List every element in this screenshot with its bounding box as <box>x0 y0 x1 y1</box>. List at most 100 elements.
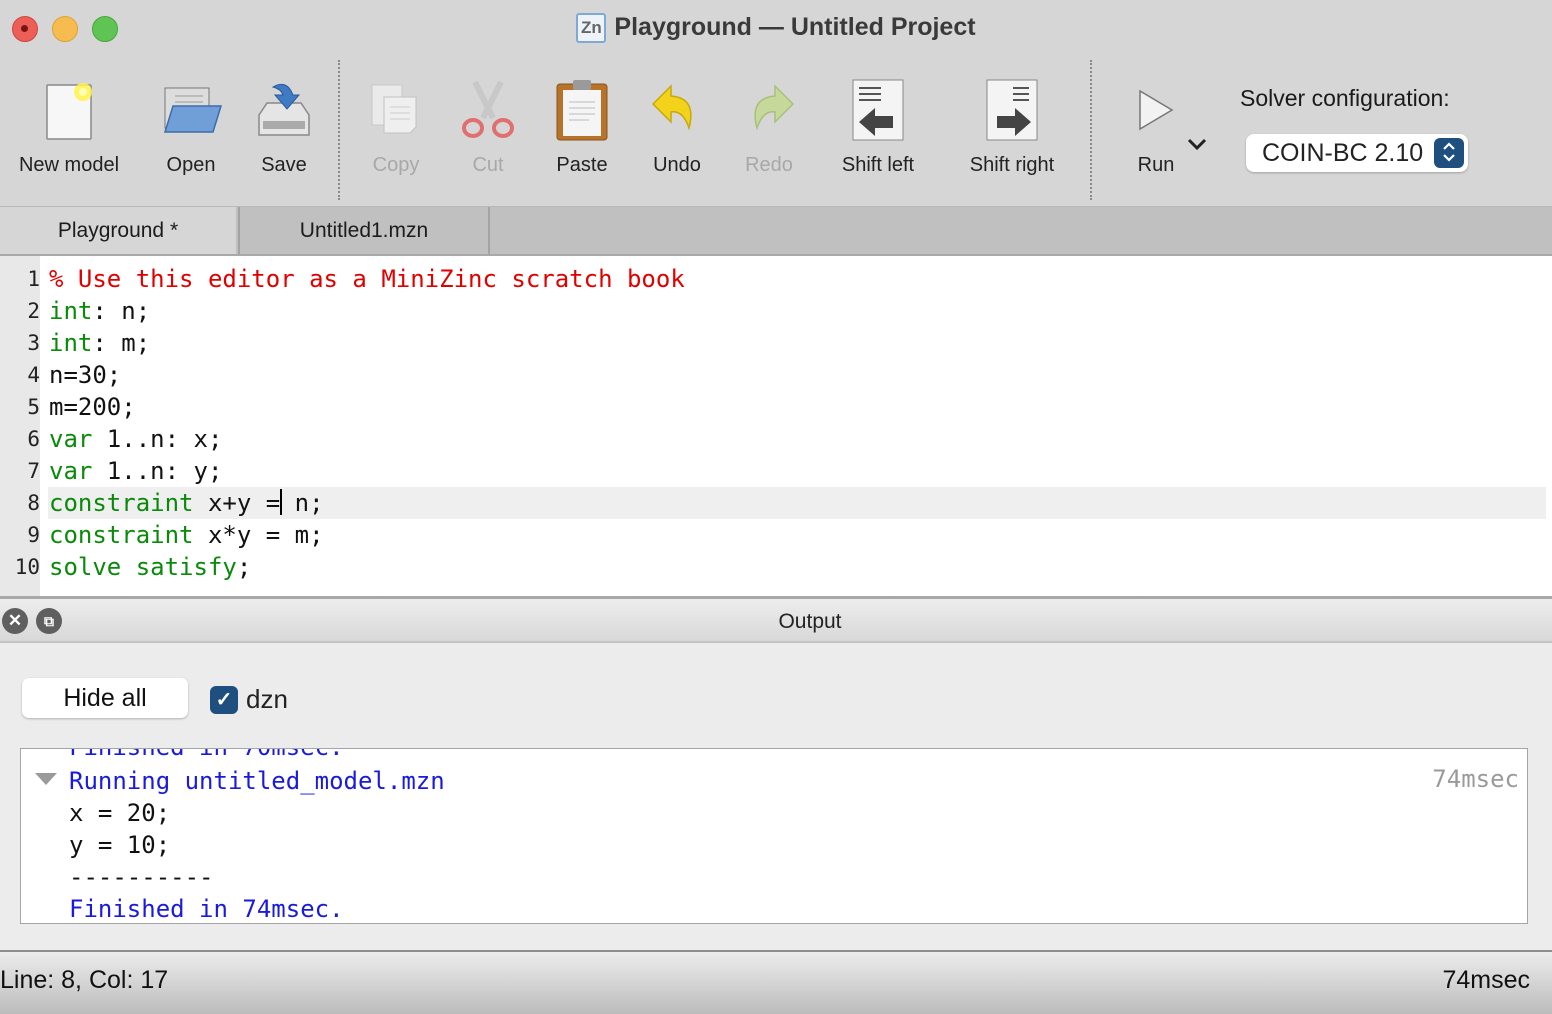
toolbar-separator <box>1090 60 1092 200</box>
paste-button[interactable]: Paste <box>548 72 616 177</box>
code-line[interactable]: 5 m=200; <box>0 391 1546 423</box>
save-button[interactable]: Save <box>250 72 318 177</box>
open-folder-icon <box>156 72 226 148</box>
output-title: Output <box>778 610 842 633</box>
select-stepper-icon <box>1434 138 1464 168</box>
redo-button[interactable]: Redo <box>738 72 800 177</box>
separator-line: ---------- <box>69 863 214 891</box>
new-document-icon <box>14 72 124 148</box>
code-token: x*y = m; <box>193 521 324 549</box>
output-log[interactable]: Finished in 70msec. Running untitled_mod… <box>20 748 1528 924</box>
shift-right-label: Shift right <box>969 154 1055 176</box>
line-number: 4 <box>27 363 40 387</box>
result-line: x = 20; <box>69 799 171 827</box>
new-model-button[interactable]: New model <box>14 72 124 177</box>
code-line[interactable]: 4 n=30; <box>0 359 1546 391</box>
code-line[interactable]: 10 solve satisfy; <box>0 551 1546 583</box>
running-line: Running untitled_model.mzn <box>69 767 445 795</box>
shift-left-label: Shift left <box>841 154 915 176</box>
solver-value: COIN-BC 2.10 <box>1262 139 1424 167</box>
window-title-text: Playground — Untitled Project <box>614 13 976 41</box>
undo-button[interactable]: Undo <box>644 72 710 177</box>
play-icon <box>1126 72 1186 148</box>
keyword-token: var <box>49 425 93 453</box>
new-model-label: New model <box>18 154 120 176</box>
code-line[interactable]: 8 constraint x+y = n; <box>0 487 1546 519</box>
keyword-token: satisfy <box>135 553 237 581</box>
shift-left-button[interactable]: Shift left <box>830 72 926 177</box>
code-line[interactable]: 9 constraint x*y = m; <box>0 519 1546 551</box>
line-number: 3 <box>27 331 40 355</box>
code-token: x+y = <box>193 489 281 517</box>
code-line[interactable]: 2 int: n; <box>0 295 1546 327</box>
cursor-position: Line: 8, Col: 17 <box>0 966 169 994</box>
dzn-label: dzn <box>246 684 288 714</box>
code-text: var 1..n: y; <box>48 455 1546 487</box>
code-line[interactable]: 7 var 1..n: y; <box>0 455 1546 487</box>
cut-label: Cut <box>472 154 504 176</box>
shift-right-button[interactable]: Shift right <box>958 72 1066 177</box>
copy-label: Copy <box>372 154 420 176</box>
line-number: 5 <box>27 395 40 419</box>
code-text: solve satisfy; <box>48 551 1546 583</box>
code-token: : n; <box>92 297 151 325</box>
redo-label: Redo <box>745 154 793 176</box>
dzn-checkbox[interactable]: ✓ <box>210 686 238 714</box>
run-time-label: 74msec <box>1432 765 1519 793</box>
code-token: m=200; <box>49 393 136 421</box>
comment-token: % Use this editor as a MiniZinc scratch … <box>49 265 685 293</box>
cut-button[interactable]: Cut <box>458 72 518 177</box>
code-token: 1..n: x; <box>92 425 223 453</box>
keyword-token: int <box>49 297 93 325</box>
editor-tab-bar: Playground * Untitled1.mzn <box>0 207 1552 256</box>
line-number: 9 <box>27 523 40 547</box>
solver-configuration-label: Solver configuration: <box>1240 85 1450 111</box>
result-line: y = 10; <box>69 831 171 859</box>
code-line[interactable]: 6 var 1..n: x; <box>0 423 1546 455</box>
run-button[interactable]: Run <box>1126 72 1186 177</box>
collapse-triangle-icon[interactable] <box>35 773 57 785</box>
code-editor[interactable]: 1 % Use this editor as a MiniZinc scratch… <box>0 256 1552 596</box>
keyword-token: constraint <box>49 489 194 517</box>
tab-untitled1[interactable]: Untitled1.mzn <box>238 207 490 254</box>
shift-left-icon <box>830 72 926 148</box>
code-text: m=200; <box>48 391 1546 423</box>
run-options-chevron-icon[interactable] <box>1186 134 1208 157</box>
code-line[interactable]: 3 int: m; <box>0 327 1546 359</box>
output-panel-header: ✕ ⧉ Output <box>0 599 1552 643</box>
code-text: n=30; <box>48 359 1546 391</box>
undo-arrow-icon <box>644 72 710 148</box>
minizinc-app-icon: Zn <box>576 13 607 43</box>
line-number: 7 <box>27 459 40 483</box>
line-number: 10 <box>14 555 40 579</box>
save-label: Save <box>261 154 307 176</box>
keyword-token: int <box>49 329 93 357</box>
toolbar-separator <box>338 60 340 200</box>
code-line[interactable]: 1 % Use this editor as a MiniZinc scratch… <box>0 263 1546 295</box>
code-text: % Use this editor as a MiniZinc scratch … <box>48 263 1546 295</box>
solver-configuration-select[interactable]: COIN-BC 2.10 <box>1246 134 1468 172</box>
code-token: : m; <box>92 329 151 357</box>
code-token: n=30; <box>49 361 122 389</box>
code-text: int: m; <box>48 327 1546 359</box>
code-text: int: n; <box>48 295 1546 327</box>
tab-playground[interactable]: Playground * <box>0 207 236 254</box>
code-text: constraint x*y = m; <box>48 519 1546 551</box>
open-button[interactable]: Open <box>156 72 226 177</box>
line-number: 1 <box>27 267 40 291</box>
code-token: ; <box>236 553 252 581</box>
scissors-icon <box>458 72 518 148</box>
redo-arrow-icon <box>738 72 800 148</box>
window-title: Zn Playground — Untitled Project <box>0 10 1552 44</box>
line-number: 6 <box>27 427 40 451</box>
previous-finished-line: Finished in 70msec. <box>69 749 344 763</box>
code-text: constraint x+y = n; <box>48 487 1546 519</box>
keyword-token: solve <box>49 553 122 581</box>
hide-all-button[interactable]: Hide all <box>22 678 188 718</box>
keyword-token: constraint <box>49 521 194 549</box>
copy-button[interactable]: Copy <box>362 72 430 177</box>
paste-label: Paste <box>556 154 608 176</box>
undo-label: Undo <box>653 154 701 176</box>
save-drive-icon <box>250 72 318 148</box>
